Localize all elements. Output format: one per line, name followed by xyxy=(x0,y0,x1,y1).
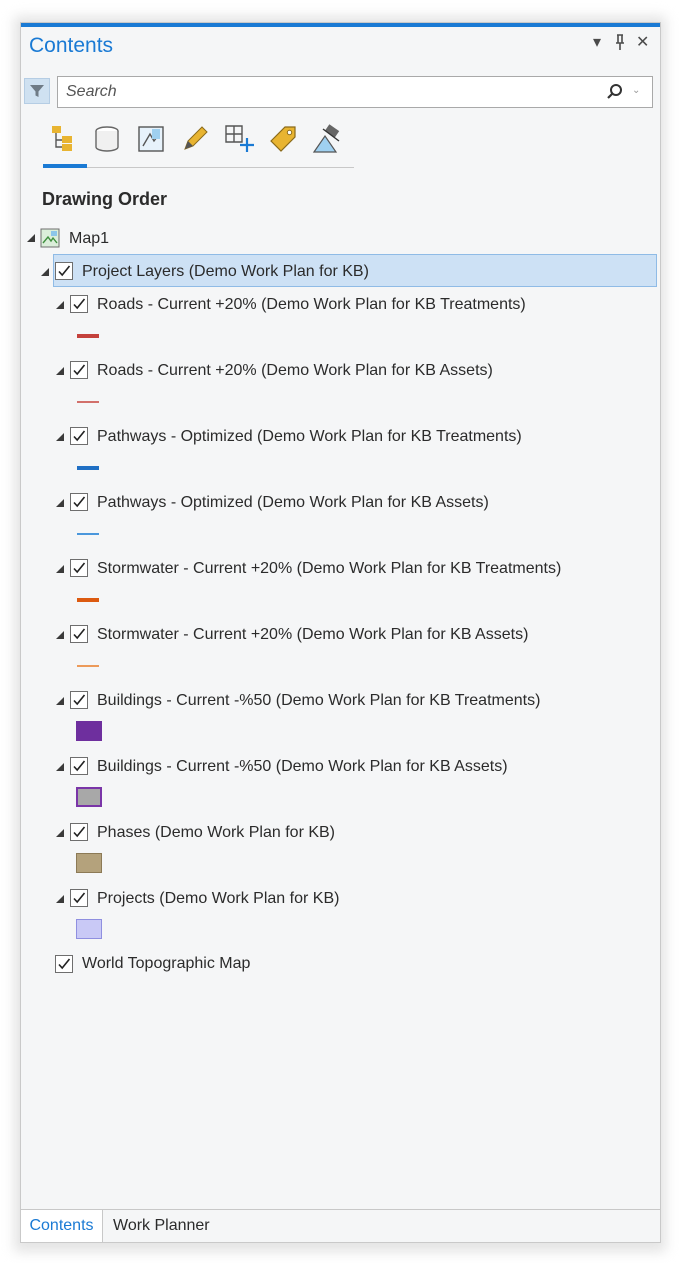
line-symbol xyxy=(77,466,99,470)
layer-label[interactable]: Roads - Current +20% (Demo Work Plan for… xyxy=(97,361,493,381)
tab-contents[interactable]: Contents xyxy=(21,1210,103,1242)
layer-expander-icon[interactable] xyxy=(56,829,64,837)
layer-expander-icon[interactable] xyxy=(56,367,64,375)
basemap-label[interactable]: World Topographic Map xyxy=(82,954,250,974)
close-icon[interactable]: ✕ xyxy=(636,33,649,53)
pane-accent-bar xyxy=(21,23,660,27)
basemap-visibility-checkbox[interactable] xyxy=(55,955,73,973)
layer-visibility-checkbox[interactable] xyxy=(70,559,88,577)
layer-expander-icon[interactable] xyxy=(56,565,64,573)
drawing-order-heading: Drawing Order xyxy=(42,189,168,209)
layer-visibility-checkbox[interactable] xyxy=(70,427,88,445)
auto-hide-pin-icon[interactable] xyxy=(613,33,627,57)
list-by-labeling-icon[interactable] xyxy=(266,122,300,156)
layer-visibility-checkbox[interactable] xyxy=(70,823,88,841)
map-icon xyxy=(40,228,60,248)
layer-expander-icon[interactable] xyxy=(56,301,64,309)
layer-expander-icon[interactable] xyxy=(56,631,64,639)
layer-label[interactable]: Pathways - Optimized (Demo Work Plan for… xyxy=(97,493,489,513)
line-symbol xyxy=(77,533,99,535)
list-by-editing-icon[interactable] xyxy=(178,122,212,156)
layer-label[interactable]: Stormwater - Current +20% (Demo Work Pla… xyxy=(97,625,528,645)
tab-work-planner[interactable]: Work Planner xyxy=(113,1210,210,1242)
pane-title: Contents xyxy=(29,34,114,57)
layer-visibility-checkbox[interactable] xyxy=(70,295,88,313)
layer-expander-icon[interactable] xyxy=(56,697,64,705)
filter-icon[interactable] xyxy=(24,78,50,104)
fill-symbol xyxy=(76,853,102,873)
fill-symbol xyxy=(76,721,102,741)
map-expander-icon[interactable] xyxy=(27,234,35,242)
layer-label[interactable]: Projects (Demo Work Plan for KB) xyxy=(97,889,339,909)
layer-label[interactable]: Pathways - Optimized (Demo Work Plan for… xyxy=(97,427,522,447)
map-label[interactable]: Map1 xyxy=(69,229,109,249)
group-layer-label[interactable]: Project Layers (Demo Work Plan for KB) xyxy=(82,262,369,282)
layer-visibility-checkbox[interactable] xyxy=(70,625,88,643)
layer-expander-icon[interactable] xyxy=(56,895,64,903)
fill-symbol xyxy=(76,919,102,939)
line-symbol xyxy=(77,334,99,338)
line-symbol xyxy=(77,665,99,667)
layer-label[interactable]: Buildings - Current -%50 (Demo Work Plan… xyxy=(97,757,508,777)
list-by-drawing-order-icon[interactable] xyxy=(46,122,80,156)
layer-visibility-checkbox[interactable] xyxy=(70,757,88,775)
list-by-snapping-icon[interactable] xyxy=(222,122,256,156)
list-by-source-icon[interactable] xyxy=(90,122,124,156)
layer-expander-icon[interactable] xyxy=(56,433,64,441)
list-by-perspective-imagery-icon[interactable] xyxy=(310,122,344,156)
layer-label[interactable]: Roads - Current +20% (Demo Work Plan for… xyxy=(97,295,526,315)
layer-visibility-checkbox[interactable] xyxy=(70,889,88,907)
search-icon[interactable] xyxy=(605,82,625,102)
layer-label[interactable]: Phases (Demo Work Plan for KB) xyxy=(97,823,335,843)
toolbar-selected-indicator xyxy=(43,164,87,168)
options-menu-icon[interactable]: ▾ xyxy=(593,33,601,53)
layer-visibility-checkbox[interactable] xyxy=(70,493,88,511)
fill-symbol xyxy=(76,787,102,807)
contents-pane: Contents ▾ ✕ ⌄ Drawing Order Map1 xyxy=(20,22,661,1243)
search-input[interactable] xyxy=(57,76,653,108)
toolbar-divider xyxy=(43,167,354,168)
search-options-chevron-icon[interactable]: ⌄ xyxy=(632,85,640,96)
layer-visibility-checkbox[interactable] xyxy=(70,691,88,709)
group-visibility-checkbox[interactable] xyxy=(55,262,73,280)
line-symbol xyxy=(77,598,99,602)
group-expander-icon[interactable] xyxy=(41,268,49,276)
line-symbol xyxy=(77,401,99,403)
layer-visibility-checkbox[interactable] xyxy=(70,361,88,379)
layer-label[interactable]: Stormwater - Current +20% (Demo Work Pla… xyxy=(97,559,561,579)
list-by-selection-icon[interactable] xyxy=(134,122,168,156)
layer-expander-icon[interactable] xyxy=(56,763,64,771)
layer-expander-icon[interactable] xyxy=(56,499,64,507)
layer-label[interactable]: Buildings - Current -%50 (Demo Work Plan… xyxy=(97,691,540,711)
